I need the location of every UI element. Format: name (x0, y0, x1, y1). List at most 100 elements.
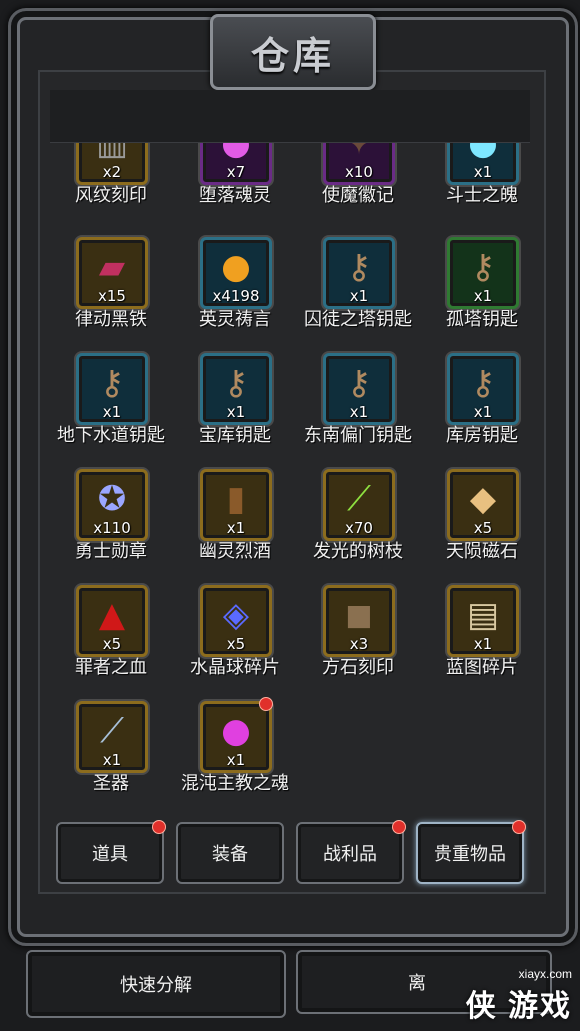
inventory-item[interactable]: ⟋ x1 圣器 (50, 701, 173, 811)
item-name: 方石刻印 (322, 657, 394, 678)
new-badge (392, 820, 406, 834)
tab-label: 道具 (92, 844, 128, 865)
item-slot: ⚷ x1 (76, 353, 148, 425)
tab-2[interactable]: 装备 (176, 822, 284, 884)
new-badge (152, 820, 166, 834)
item-quantity: x70 (345, 519, 373, 537)
inventory-item[interactable]: ▤ x1 蓝图碎片 (420, 585, 530, 695)
inventory-item[interactable]: ⚷ x1 囚徒之塔钥匙 (296, 237, 420, 347)
item-name: 东南偏门钥匙 (304, 425, 412, 446)
inventory-item[interactable]: ◈ x5 水晶球碎片 (173, 585, 297, 695)
inventory-item[interactable]: ● x7 堕落魂灵 (173, 143, 297, 223)
inventory-item[interactable]: ▲ x5 罪者之血 (50, 585, 173, 695)
item-name: 天陨磁石 (446, 541, 518, 562)
watermark: xiayx.com 侠 游戏 (466, 967, 572, 1025)
quick-disassemble-label: 快速分解 (120, 975, 192, 996)
item-icon: ⟋ (347, 479, 371, 519)
item-icon: ◼ (344, 595, 374, 635)
item-icon: ◆ (469, 479, 497, 519)
item-icon: ✪ (97, 479, 127, 519)
item-icon: ● (221, 247, 251, 287)
item-quantity: x1 (102, 751, 122, 769)
item-quantity: x110 (93, 519, 131, 537)
quick-disassemble-button[interactable]: 快速分解 (26, 950, 286, 1018)
inventory-item[interactable]: ✪ x110 勇士勋章 (50, 469, 173, 579)
item-slot: ◈ x5 (200, 585, 272, 657)
item-icon: ⟋ (100, 711, 124, 751)
inventory-item[interactable]: ⚷ x1 东南偏门钥匙 (296, 353, 420, 463)
item-quantity: x7 (226, 163, 246, 181)
inventory-item[interactable]: ▰ x15 律动黑铁 (50, 237, 173, 347)
item-quantity: x1 (473, 163, 493, 181)
item-icon: ▰ (98, 247, 126, 287)
item-quantity: x1 (473, 287, 493, 305)
header-bar (50, 90, 530, 143)
new-badge (259, 697, 273, 711)
inventory-item[interactable]: ◼ x3 方石刻印 (296, 585, 420, 695)
new-badge (512, 820, 526, 834)
item-icon: ◈ (222, 595, 250, 635)
item-quantity: x1 (473, 635, 493, 653)
tab-3[interactable]: 战利品 (296, 820, 406, 884)
item-name: 发光的树枝 (313, 541, 403, 562)
item-name: 使魔徽记 (322, 185, 394, 206)
item-slot: ⚷ x1 (323, 237, 395, 309)
item-slot: ⟋ x1 (76, 701, 148, 773)
tab-4[interactable]: 贵重物品 (416, 820, 526, 884)
item-quantity: x5 (102, 635, 122, 653)
item-icon: ⚷ (223, 363, 249, 403)
item-slot: ◼ x3 (323, 585, 395, 657)
item-quantity: x1 (349, 287, 369, 305)
item-icon: ▲ (98, 595, 126, 635)
item-icon: ⚷ (470, 247, 496, 287)
category-tabs: 道具 装备 战利品 贵重物品 (50, 820, 530, 888)
item-slot: ▥ x2 (76, 143, 148, 185)
inventory-item[interactable]: ⚷ x1 地下水道钥匙 (50, 353, 173, 463)
item-quantity: x2 (102, 163, 122, 181)
item-slot: ● x7 (200, 143, 272, 185)
tab-label: 装备 (212, 844, 248, 865)
item-slot: ⚷ x1 (447, 237, 519, 309)
item-quantity: x1 (226, 751, 246, 769)
inventory-item[interactable]: ⚷ x1 孤塔钥匙 (420, 237, 530, 347)
item-quantity: x1 (226, 519, 246, 537)
item-slot: ▤ x1 (447, 585, 519, 657)
item-quantity: x15 (98, 287, 126, 305)
inventory-item[interactable]: ● x1 混沌主教之魂 (173, 697, 297, 811)
inventory-item[interactable]: ✦ x10 使魔徽记 (296, 143, 420, 223)
item-slot: ● x1 (200, 701, 272, 773)
item-quantity: x5 (226, 635, 246, 653)
inventory-item[interactable]: ● x1 斗士之魄 (420, 143, 530, 223)
item-slot: ◆ x5 (447, 469, 519, 541)
item-icon: ▮ (226, 479, 246, 519)
item-icon: ⚷ (470, 363, 496, 403)
item-name: 孤塔钥匙 (446, 309, 518, 330)
item-quantity: x1 (349, 403, 369, 421)
tab-1[interactable]: 道具 (56, 820, 166, 884)
item-icon: ▤ (466, 595, 500, 635)
item-quantity: x5 (473, 519, 493, 537)
item-slot: ✪ x110 (76, 469, 148, 541)
inventory-item[interactable]: ● x4198 英灵祷言 (173, 237, 297, 347)
item-slot: ⚷ x1 (200, 353, 272, 425)
item-quantity: x1 (226, 403, 246, 421)
inventory-item[interactable]: ⚷ x1 宝库钥匙 (173, 353, 297, 463)
item-slot: ● x4198 (200, 237, 272, 309)
item-quantity: x3 (349, 635, 369, 653)
item-slot: ● x1 (447, 143, 519, 185)
title-plate: 仓库 (210, 14, 376, 90)
tab-label: 贵重物品 (434, 844, 506, 865)
inventory-item[interactable]: ⚷ x1 库房钥匙 (420, 353, 530, 463)
item-slot: ✦ x10 (323, 143, 395, 185)
inventory-item[interactable]: ⟋ x70 发光的树枝 (296, 469, 420, 579)
item-name: 混沌主教之魂 (181, 773, 289, 794)
item-slot: ▰ x15 (76, 237, 148, 309)
item-grid: ▥ x2 风纹刻印 ● x7 堕落魂灵 ✦ x10 使魔徽记 ● x1 斗士之魄 ▰ x15 律动黑铁 ● x4… (50, 143, 530, 815)
inventory-item[interactable]: ▮ x1 幽灵烈酒 (173, 469, 297, 579)
watermark-url: xiayx.com (518, 967, 572, 981)
item-icon: ⚷ (99, 363, 125, 403)
item-name: 斗士之魄 (446, 185, 518, 206)
item-quantity: x1 (473, 403, 493, 421)
inventory-item[interactable]: ◆ x5 天陨磁石 (420, 469, 530, 579)
inventory-item[interactable]: ▥ x2 风纹刻印 (50, 143, 173, 223)
